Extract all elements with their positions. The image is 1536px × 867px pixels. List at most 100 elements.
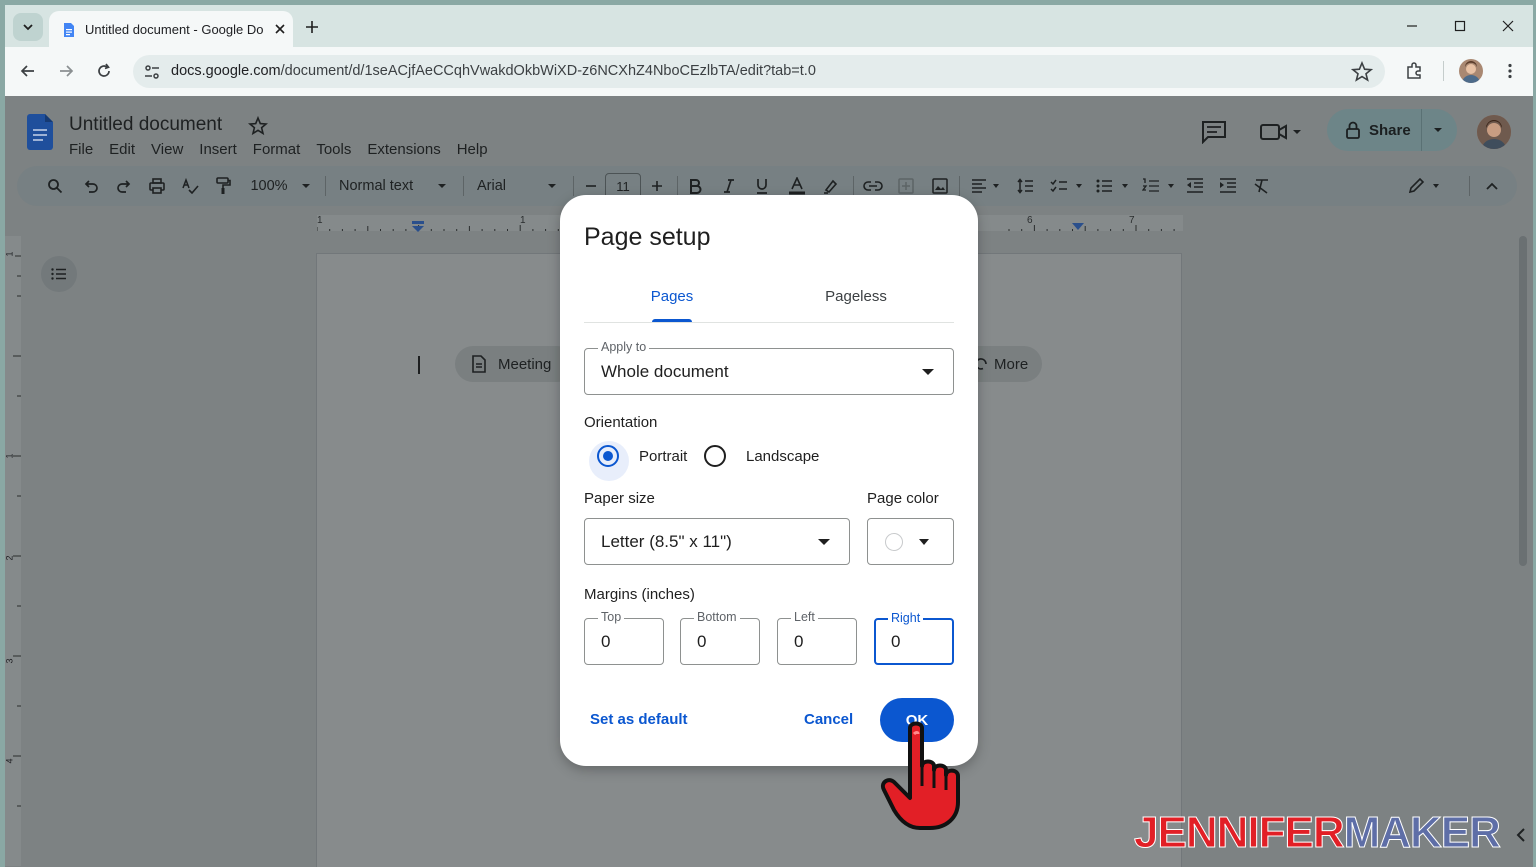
paper-size-select[interactable]: Letter (8.5" x 11") (584, 518, 850, 565)
bulleted-list-button[interactable] (1095, 176, 1131, 196)
menu-view[interactable]: View (151, 141, 183, 158)
tab-search-button[interactable] (13, 13, 43, 41)
bookmark-star-icon[interactable] (1351, 61, 1373, 83)
site-settings-icon[interactable] (143, 63, 161, 81)
minus-icon (586, 185, 596, 187)
numbered-list-button[interactable] (1141, 176, 1177, 196)
minimize-button[interactable] (1400, 15, 1424, 37)
portrait-label[interactable]: Portrait (639, 448, 687, 465)
increase-indent-button[interactable] (1218, 176, 1238, 196)
menu-bar: File Edit View Insert Format Tools Exten… (69, 141, 504, 158)
chevron-up-icon (1486, 182, 1498, 190)
reload-button[interactable] (91, 58, 117, 84)
margin-right-input[interactable]: Right 0 (874, 611, 954, 665)
print-button[interactable] (147, 176, 167, 196)
cancel-button[interactable]: Cancel (804, 711, 853, 728)
apply-to-select[interactable]: Apply to Whole document (584, 340, 954, 395)
address-bar[interactable]: docs.google.com/document/d/1seACjfAeCCqh… (133, 55, 1385, 88)
caret-down-icon (818, 539, 830, 545)
meet-camera-icon[interactable] (1259, 120, 1303, 144)
clear-formatting-button[interactable] (1252, 176, 1272, 196)
menu-tools[interactable]: Tools (316, 141, 351, 158)
landscape-radio[interactable] (704, 445, 726, 467)
redo-button[interactable] (114, 176, 134, 196)
paint-format-icon (216, 177, 231, 194)
search-icon (48, 179, 63, 194)
browser-menu-button[interactable] (1497, 58, 1523, 84)
tab-close-button[interactable] (271, 20, 289, 38)
extensions-button[interactable] (1401, 58, 1427, 84)
browser-tab[interactable]: Untitled document - Google Do (49, 11, 293, 47)
font-family-value[interactable]: Arial (477, 176, 537, 196)
paragraph-style-value[interactable]: Normal text (339, 176, 427, 196)
star-icon[interactable] (248, 116, 268, 136)
share-button[interactable]: Share (1327, 109, 1457, 151)
comment-history-icon[interactable] (1201, 120, 1227, 144)
new-tab-button[interactable] (301, 16, 323, 38)
window-close-button[interactable] (1496, 15, 1520, 37)
profile-avatar[interactable] (1459, 59, 1483, 83)
margin-top-input[interactable]: Top 0 (584, 610, 664, 665)
menu-help[interactable]: Help (457, 141, 488, 158)
font-caret[interactable] (545, 176, 559, 196)
paper-size-value: Letter (8.5" x 11") (601, 532, 732, 551)
document-outline-button[interactable] (41, 256, 77, 292)
italic-button[interactable] (719, 176, 739, 196)
align-left-icon (972, 179, 999, 193)
chevron-left-icon[interactable] (1514, 826, 1528, 844)
tab-pages[interactable]: Pages (632, 288, 712, 318)
add-comment-button[interactable] (896, 176, 916, 196)
vertical-scrollbar[interactable] (1519, 236, 1527, 566)
checklist-icon (1050, 179, 1082, 193)
spellcheck-icon (182, 178, 199, 194)
decrease-indent-button[interactable] (1185, 176, 1205, 196)
close-icon (1502, 20, 1514, 32)
url-text[interactable]: docs.google.com/document/d/1seACjfAeCCqh… (171, 63, 816, 79)
forward-button[interactable] (53, 58, 79, 84)
margin-bottom-input[interactable]: Bottom 0 (680, 610, 760, 665)
vertical-ruler[interactable] (5, 236, 23, 866)
decrease-font-size-button[interactable] (583, 176, 599, 196)
caret-down-icon[interactable] (1431, 123, 1445, 137)
search-menus-button[interactable] (45, 176, 65, 196)
line-spacing-button[interactable] (1015, 176, 1035, 196)
tab-pageless[interactable]: Pageless (806, 288, 906, 318)
maximize-button[interactable] (1448, 15, 1472, 37)
increase-font-size-button[interactable] (649, 176, 665, 196)
landscape-label[interactable]: Landscape (746, 448, 819, 465)
insert-image-button[interactable] (930, 176, 950, 196)
text-color-button[interactable] (785, 176, 809, 196)
highlight-color-button[interactable] (821, 176, 841, 196)
paint-format-button[interactable] (213, 176, 233, 196)
back-button[interactable] (15, 58, 41, 84)
margin-left-input[interactable]: Left 0 (777, 610, 857, 665)
undo-button[interactable] (81, 176, 101, 196)
zoom-caret[interactable] (299, 176, 313, 196)
editing-mode-button[interactable] (1407, 176, 1443, 196)
set-as-default-button[interactable]: Set as default (590, 711, 688, 728)
spellcheck-button[interactable] (180, 176, 200, 196)
menu-extensions[interactable]: Extensions (367, 141, 440, 158)
zoom-value[interactable]: 100% (247, 176, 291, 196)
right-indent-marker-icon[interactable] (1071, 222, 1085, 232)
insert-link-button[interactable] (862, 176, 884, 196)
bold-button[interactable] (685, 176, 705, 196)
style-caret[interactable] (435, 176, 449, 196)
align-button[interactable] (969, 176, 1003, 196)
checklist-button[interactable] (1049, 176, 1085, 196)
underline-button[interactable] (752, 176, 772, 196)
portrait-radio[interactable] (597, 445, 619, 467)
toolbar-separator (463, 176, 464, 196)
document-title[interactable]: Untitled document (69, 114, 222, 136)
menu-format[interactable]: Format (253, 141, 301, 158)
menu-insert[interactable]: Insert (199, 141, 237, 158)
meeting-notes-chip[interactable]: Meeting (455, 346, 575, 382)
hide-menus-button[interactable] (1483, 176, 1501, 196)
menu-edit[interactable]: Edit (109, 141, 135, 158)
page-color-select[interactable] (867, 518, 954, 565)
print-icon (149, 178, 165, 194)
account-avatar[interactable] (1477, 115, 1511, 149)
docs-logo-icon[interactable] (27, 114, 53, 150)
menu-file[interactable]: File (69, 141, 93, 158)
indent-marker-icon[interactable] (411, 221, 425, 233)
